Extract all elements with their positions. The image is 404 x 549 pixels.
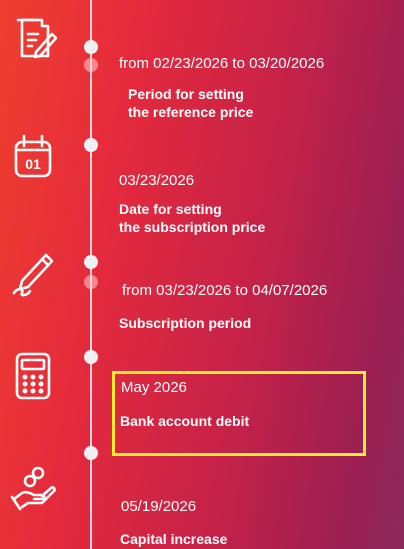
calendar-icon: 01 <box>8 130 60 182</box>
step-label: Period for setting the reference price <box>128 85 253 121</box>
step-label: Date for setting the subscription price <box>119 200 265 236</box>
timeline-dot <box>84 255 98 269</box>
timeline-dot <box>84 350 98 364</box>
date-end: 03/20/2026 <box>249 55 325 72</box>
calculator-icon <box>8 350 60 402</box>
step-label-line: Subscription period <box>119 315 252 331</box>
step-date: 03/23/2026 <box>119 172 195 189</box>
timeline-dot <box>84 40 98 54</box>
timeline-dot-secondary <box>84 275 98 289</box>
step-label-line: Bank account debit <box>120 413 250 429</box>
step-label: Capital increase <box>120 530 227 548</box>
step-label: Subscription period <box>119 314 251 332</box>
step-date: May 2026 <box>121 379 187 396</box>
pen-signature-icon <box>8 247 60 299</box>
timeline-dot-secondary <box>84 58 98 72</box>
hand-coins-icon <box>8 463 60 515</box>
step-label-line: Period for setting <box>128 86 244 102</box>
date-start: 02/23/2026 <box>153 55 229 72</box>
step-date: 05/19/2026 <box>121 498 197 515</box>
document-edit-icon <box>8 12 60 64</box>
date-prefix: from <box>119 55 149 72</box>
date-end: 04/07/2026 <box>252 282 328 299</box>
date-joiner: to <box>232 55 245 72</box>
step-date: from 02/23/2026 to 03/20/2026 <box>119 55 324 72</box>
date-prefix: from <box>122 282 152 299</box>
timeline-dot <box>84 138 98 152</box>
step-label-line: the subscription price <box>119 219 266 235</box>
step-label: Bank account debit <box>120 412 249 430</box>
step-label-line: Date for setting <box>119 201 222 217</box>
date-start: 03/23/2026 <box>156 282 232 299</box>
step-label-line: the reference price <box>128 104 254 120</box>
timeline-dot <box>84 446 98 460</box>
svg-text:01: 01 <box>25 156 41 172</box>
step-label-line: Capital increase <box>120 531 228 547</box>
step-date: from 03/23/2026 to 04/07/2026 <box>122 282 327 299</box>
date-joiner: to <box>235 282 248 299</box>
